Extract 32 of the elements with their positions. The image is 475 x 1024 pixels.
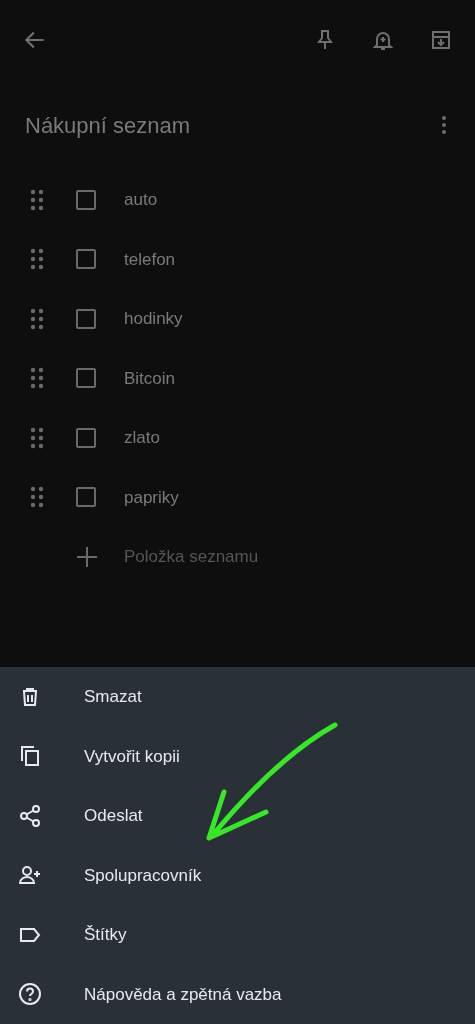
menu-item[interactable]: Štítky [84,922,127,948]
checkbox[interactable] [76,249,96,270]
menu-item[interactable]: Nápověda a zpětná vazba [84,981,282,1007]
item-text[interactable]: zlato [124,425,160,451]
share-icon [18,803,42,828]
drag-handle-icon[interactable] [30,486,44,509]
item-text[interactable]: Bitcoin [124,365,176,391]
checkbox[interactable] [76,368,96,389]
checkbox[interactable] [76,427,96,448]
item-text[interactable]: telefon [124,246,176,272]
note-title: Nákupní seznam [25,111,192,140]
menu-item[interactable]: Odeslat [84,803,143,829]
archive-icon[interactable] [429,28,453,52]
drag-handle-icon[interactable] [30,188,44,211]
drag-handle-icon[interactable] [30,307,44,330]
item-text[interactable]: papriky [124,484,179,510]
checkbox[interactable] [76,487,96,508]
drag-handle-icon[interactable] [30,426,44,449]
add-item-placeholder[interactable]: Položka seznamu [124,544,259,570]
copy-icon [18,744,42,769]
more-icon[interactable] [441,115,447,135]
drag-handle-icon[interactable] [30,248,44,271]
help-icon [18,982,42,1007]
item-text[interactable]: auto [124,187,158,213]
checkbox[interactable] [76,189,96,210]
menu-item[interactable]: Spolupracovník [84,862,202,888]
add-icon[interactable] [76,546,98,568]
item-text[interactable]: hodinky [124,306,183,332]
menu-item[interactable]: Vytvořit kopii [84,743,180,769]
checkbox[interactable] [76,308,96,329]
menu-item[interactable]: Smazat [84,684,142,710]
drag-handle-icon[interactable] [30,367,44,390]
